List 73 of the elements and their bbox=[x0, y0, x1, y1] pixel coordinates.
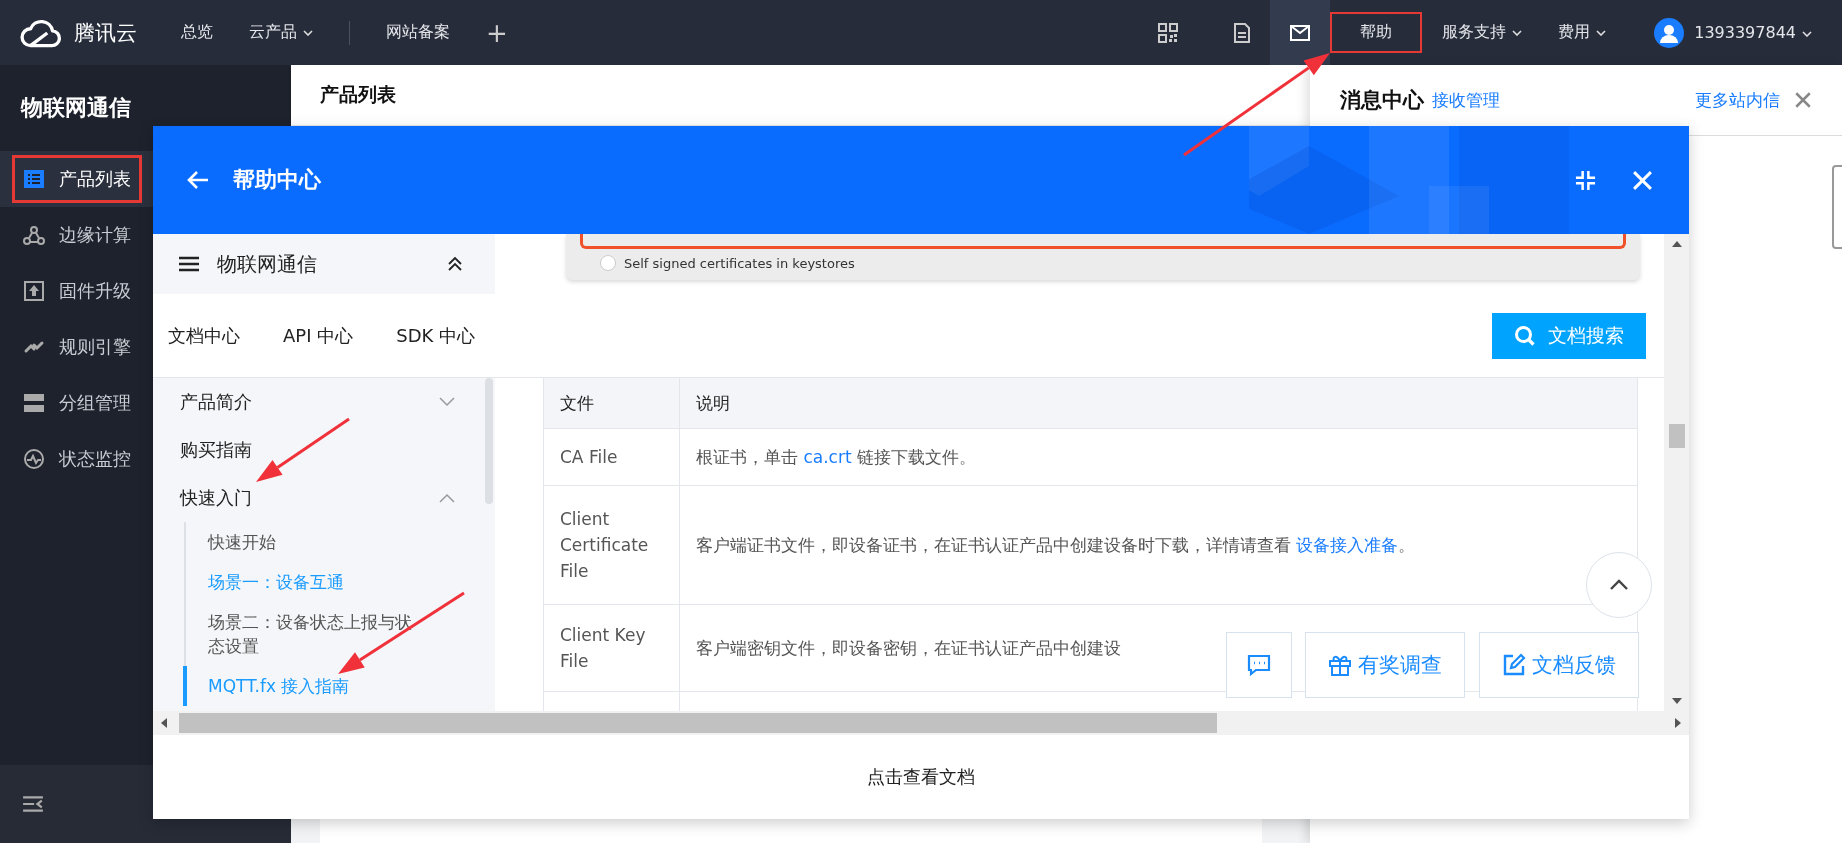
scroll-thumb[interactable] bbox=[179, 713, 1217, 733]
tab[interactable]: SDK 中心 bbox=[396, 323, 475, 348]
doc-link[interactable]: 设备接入准备 bbox=[1296, 534, 1399, 555]
nav-link[interactable]: 云产品 bbox=[249, 22, 313, 43]
document-icon[interactable] bbox=[1232, 22, 1253, 43]
table-cell: 客户端密钥文件，即设备密钥，在证书认证产品中创建设 bbox=[696, 636, 1121, 660]
sidebar-title: 物联网通信 bbox=[19, 94, 132, 122]
edit-icon bbox=[1502, 653, 1526, 677]
scroll-up-icon[interactable] bbox=[1671, 241, 1682, 247]
menu-link[interactable]: 服务支持 bbox=[1426, 12, 1539, 53]
search-icon bbox=[1514, 324, 1536, 347]
chevron-icon bbox=[439, 493, 455, 503]
nav-link[interactable]: 网站备案 bbox=[386, 22, 450, 43]
view-docs-link[interactable]: 点击查看文档 bbox=[867, 765, 975, 789]
table-cell: CA File bbox=[544, 429, 680, 485]
nav-link[interactable]: 总览 bbox=[181, 22, 213, 43]
menu-link[interactable]: 费用 bbox=[1542, 12, 1623, 53]
more-link[interactable]: 更多站内信 bbox=[1695, 88, 1780, 112]
gift-icon bbox=[1328, 653, 1352, 677]
scroll-thumb[interactable] bbox=[485, 378, 493, 504]
panel-title: 消息中心 bbox=[1340, 87, 1424, 114]
cloud-logo-icon bbox=[20, 17, 62, 48]
caret-icon bbox=[303, 29, 313, 36]
back-arrow-icon[interactable] bbox=[187, 170, 209, 190]
account-menu[interactable]: 1393397844 bbox=[1694, 23, 1812, 42]
table-cell: 客户端证书文件，即设备证书，在证书认证产品中创建设备时下载，详情请查看 设备接入准备。 bbox=[696, 533, 1416, 557]
nav-item[interactable]: 产品简介 bbox=[153, 378, 495, 426]
caret-icon bbox=[1802, 30, 1812, 37]
scroll-right-icon[interactable] bbox=[1675, 718, 1681, 728]
logo-text[interactable]: 腾讯云 bbox=[74, 18, 137, 47]
mail-button[interactable] bbox=[1270, 0, 1331, 65]
vertical-scrollbar[interactable] bbox=[1664, 234, 1689, 711]
page-title: 产品列表 bbox=[320, 82, 396, 107]
manage-link[interactable]: 接收管理 bbox=[1432, 88, 1500, 112]
table-cell: Client Key File bbox=[544, 605, 680, 691]
upload-icon bbox=[23, 280, 45, 302]
caret-icon bbox=[1596, 29, 1607, 36]
close-icon[interactable] bbox=[1794, 91, 1812, 109]
menu-icon[interactable] bbox=[179, 256, 199, 272]
tab[interactable]: 文档中心 bbox=[168, 323, 240, 348]
chat-icon bbox=[1247, 653, 1271, 677]
qr-code-icon[interactable] bbox=[1158, 22, 1179, 43]
scroll-down-icon[interactable] bbox=[1671, 698, 1682, 704]
table-cell: Client Certificate File bbox=[544, 486, 680, 604]
column-header: 文件 bbox=[544, 378, 680, 428]
chevron-up-icon bbox=[1609, 579, 1629, 591]
menu-link[interactable]: 帮助 bbox=[1330, 12, 1423, 53]
collapse-icon bbox=[22, 795, 44, 813]
option-label: Self signed certificates in keystores bbox=[624, 255, 855, 271]
caret-icon bbox=[1512, 29, 1523, 36]
collapse-icon[interactable] bbox=[1575, 169, 1596, 191]
double-chevron-icon[interactable] bbox=[447, 256, 463, 272]
column-header: 说明 bbox=[695, 391, 731, 415]
chevron-icon bbox=[439, 397, 455, 407]
list-icon bbox=[23, 168, 45, 190]
nav-title: 物联网通信 bbox=[217, 250, 317, 278]
scroll-left-icon[interactable] bbox=[161, 718, 167, 728]
server-icon bbox=[23, 392, 45, 414]
add-icon[interactable]: + bbox=[486, 17, 508, 48]
mail-icon bbox=[1290, 24, 1311, 41]
horizontal-scrollbar[interactable] bbox=[153, 711, 1689, 735]
avatar-icon[interactable] bbox=[1654, 17, 1685, 48]
tab[interactable]: API 中心 bbox=[283, 323, 354, 348]
scroll-thumb[interactable] bbox=[1668, 424, 1685, 448]
nav-item[interactable]: 购买指南 bbox=[153, 426, 495, 474]
nav-subitem[interactable]: 场景二：设备状态上报与状态设置 bbox=[186, 602, 420, 666]
doc-link[interactable]: ca.crt bbox=[803, 446, 852, 467]
nodes-icon bbox=[23, 224, 45, 246]
table-cell: 根证书，单击 ca.crt 链接下载文件。 bbox=[696, 445, 976, 469]
chat-button[interactable] bbox=[1226, 632, 1292, 698]
nav-subitem[interactable]: 快速开始 bbox=[186, 522, 420, 562]
pulse-icon bbox=[23, 448, 45, 470]
nav-item[interactable]: 快速入门 bbox=[153, 474, 495, 522]
